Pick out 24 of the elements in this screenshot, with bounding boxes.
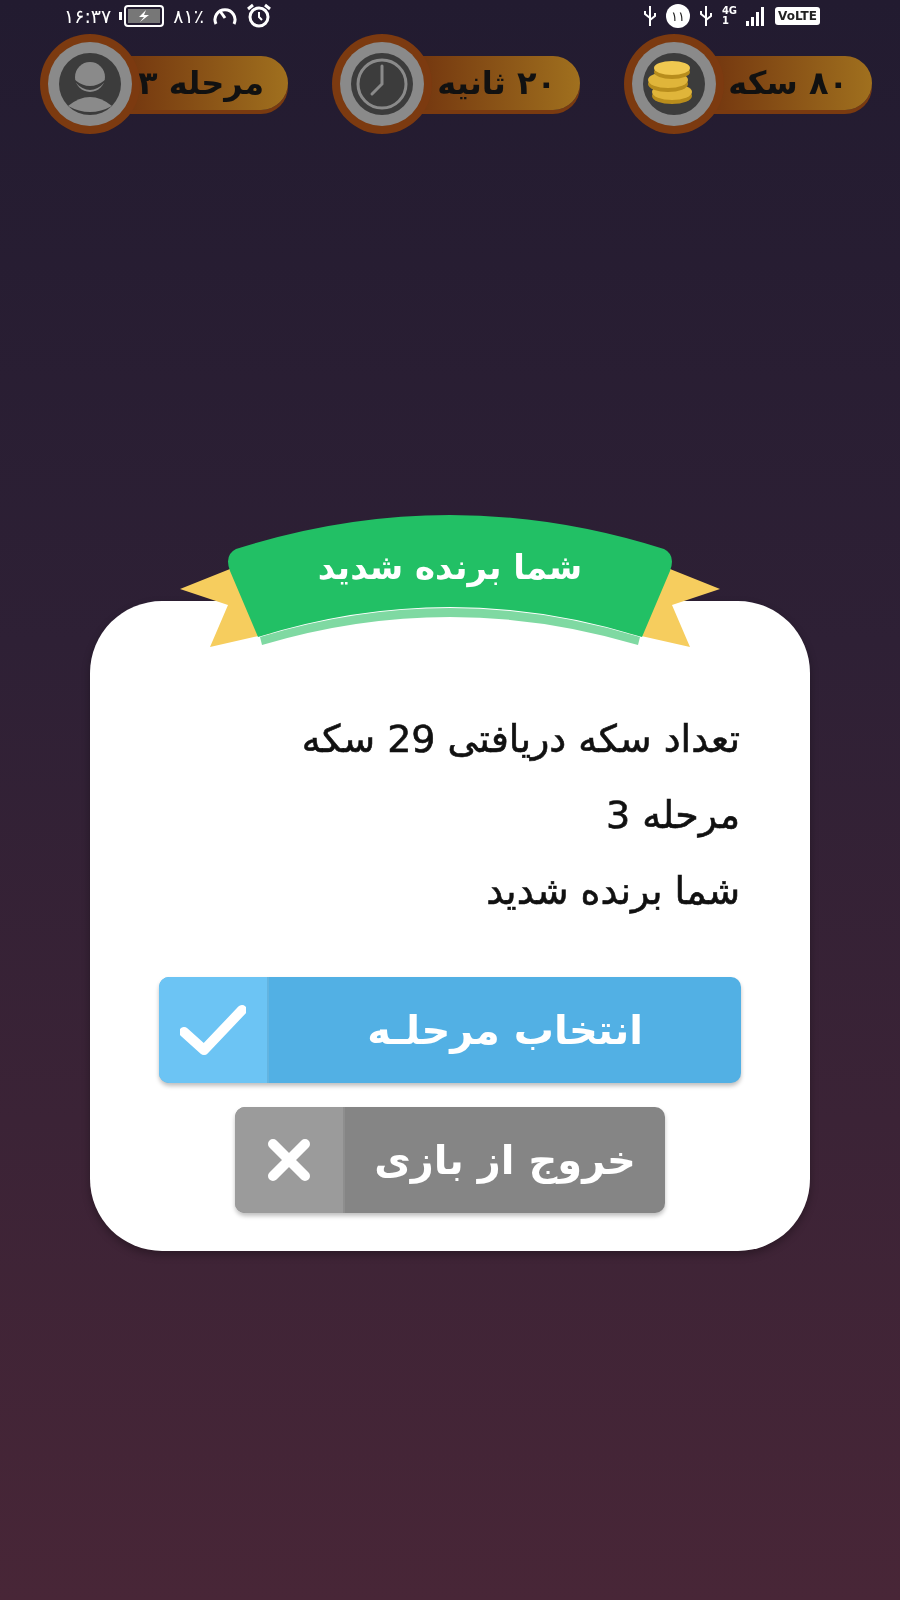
battery-percent: ۸۱٪ [173,5,204,27]
usb-icon [697,4,714,28]
checkmark-icon [180,1004,246,1056]
result-text: مرحله 3 [605,792,740,840]
volte-label: VoLTE [775,7,820,25]
stat-label: مرحله ۳ [138,64,264,102]
exit-button[interactable]: خروج از بازی [235,1107,665,1213]
notification-count: ۱۱ [665,4,690,28]
coins-icon [642,52,706,116]
result-text: تعداد سکه دریافتی 29 سکه [301,716,740,763]
result-text: شما برنده شدید [486,868,740,916]
usb-icon [641,4,658,28]
close-icon [267,1138,311,1182]
stat-label: ۸۰ سکه [728,64,848,102]
sim-number: 1 [721,16,730,26]
battery-icon [119,5,166,27]
network-type: 4G [721,6,738,16]
ribbon-title: شما برنده شدید [316,547,584,587]
clock-time: ۱۶:۳۷ [64,5,112,27]
clock-icon [350,52,414,116]
stat-label: ۲۰ ثانیه [437,64,556,102]
person-icon [58,52,122,116]
alarm-icon [245,3,272,29]
select-stage-button[interactable]: انتخاب مرحلـه [159,977,741,1083]
